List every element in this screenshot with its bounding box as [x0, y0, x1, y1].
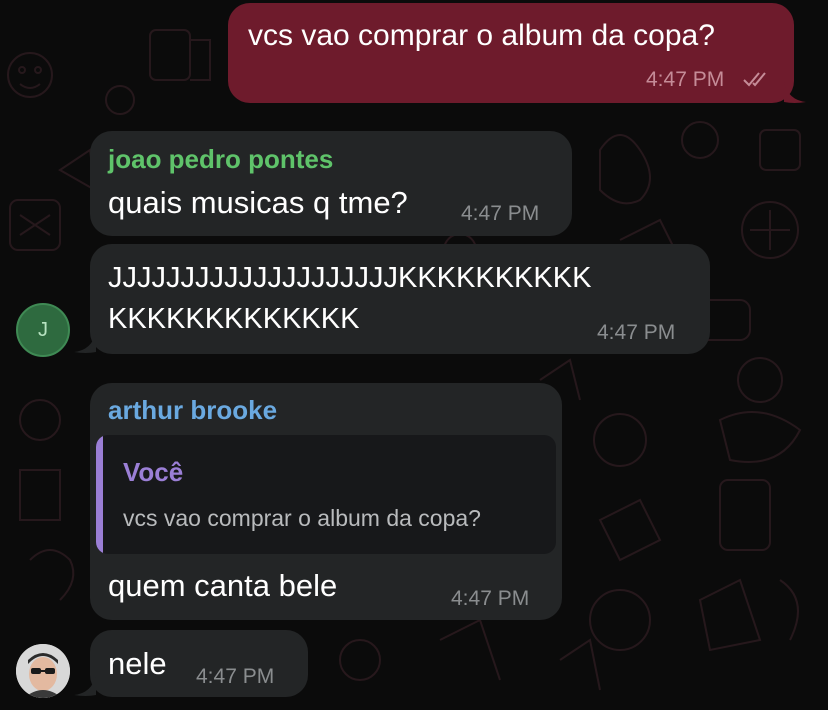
bubble-tail: [74, 332, 96, 353]
message-text: vcs vao comprar o album da copa?: [248, 19, 715, 52]
message-list[interactable]: vcs vao comprar o album da copa? 4:47 PM…: [0, 0, 828, 710]
outgoing-message[interactable]: vcs vao comprar o album da copa? 4:47 PM: [228, 3, 794, 103]
incoming-message[interactable]: joao pedro pontes quais musicas q tme? 4…: [90, 131, 572, 236]
incoming-message[interactable]: arthur brooke Você vcs vao comprar o alb…: [90, 383, 562, 620]
incoming-message[interactable]: JJJJJJJJJJJJJJJJJJJJKKKKKKKKKK KKKKKKKKK…: [90, 244, 710, 354]
double-check-icon: [742, 69, 772, 94]
bubble-tail: [784, 82, 806, 103]
bubble-tail: [74, 675, 96, 696]
message-text-line: JJJJJJJJJJJJJJJJJJJJKKKKKKKKKK: [108, 262, 592, 294]
reply-quote-bar: [96, 435, 103, 554]
sender-avatar[interactable]: [16, 644, 70, 698]
message-text: nele: [108, 646, 167, 681]
message-time: 4:47 PM: [646, 68, 725, 91]
message-text: quais musicas q tme?: [108, 185, 408, 220]
message-text-line: KKKKKKKKKKKKK: [108, 303, 360, 335]
message-time: 4:47 PM: [461, 202, 540, 225]
sender-avatar[interactable]: J: [16, 303, 70, 357]
message-time: 4:47 PM: [451, 587, 530, 610]
sender-name: joao pedro pontes: [108, 144, 334, 174]
sender-name: arthur brooke: [108, 395, 278, 425]
avatar-letter: J: [38, 318, 48, 341]
message-time: 4:47 PM: [196, 665, 275, 688]
message-time: 4:47 PM: [597, 321, 676, 344]
incoming-message[interactable]: nele 4:47 PM: [90, 630, 308, 697]
reply-quote[interactable]: Você vcs vao comprar o album da copa?: [96, 435, 556, 554]
reply-author: Você: [123, 457, 184, 487]
user-photo-avatar: [16, 644, 70, 698]
reply-text: vcs vao comprar o album da copa?: [123, 505, 481, 531]
message-text: quem canta bele: [108, 568, 338, 603]
